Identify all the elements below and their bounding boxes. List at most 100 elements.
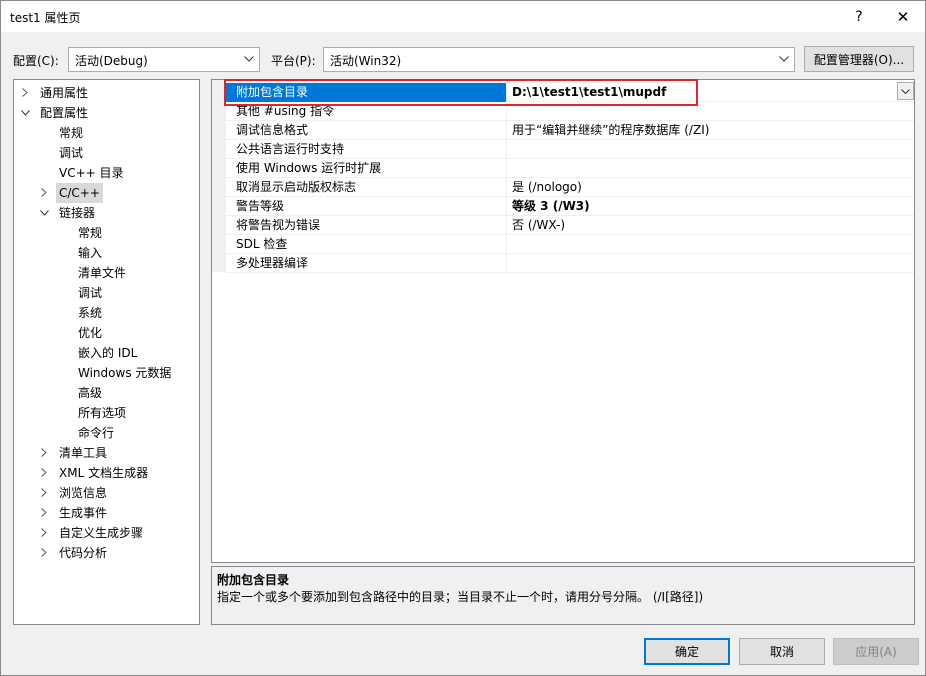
property-name: 公共语言运行时支持 [226,140,507,159]
description-title: 附加包含目录 [217,573,290,587]
property-row[interactable]: 取消显示启动版权标志是 (/nologo) [226,178,914,197]
tree-item[interactable]: 浏览信息 [14,483,199,503]
chevron-down-icon[interactable] [19,103,31,123]
title-bar: test1 属性页 ? ✕ [1,1,925,32]
property-tree[interactable]: 通用属性 配置属性 常规 调试 VC++ 目录 C/C++ 链接器 常规 输入 清单文件 调试 系统优… [13,79,200,625]
property-pages-window: test1 属性页 ? ✕ 配置(C): 活动(Debug) 平台(P): 活动… [0,0,926,676]
configuration-label: 配置(C): [13,54,59,68]
platform-value: 活动(Win32) [330,54,402,68]
property-row[interactable]: 调试信息格式 用于“编辑并继续”的程序数据库 (/ZI) [226,121,914,140]
property-name: 多处理器编译 [226,254,507,273]
property-row[interactable]: 将警告视为错误否 (/WX-) [226,216,914,235]
chevron-right-icon[interactable] [38,523,50,543]
tree-item-label: 高级 [78,386,103,400]
tree-item[interactable]: 调试 [14,143,199,163]
property-value[interactable] [508,254,914,273]
tree-item[interactable]: 通用属性 [14,83,199,103]
tree-item[interactable]: 所有选项 [14,403,199,423]
tree-item[interactable]: 命令行 [14,423,199,443]
chevron-right-icon[interactable] [38,503,50,523]
value-dropdown-button[interactable] [897,82,914,100]
tree-item[interactable]: 嵌入的 IDL [14,343,199,363]
property-name: 将警告视为错误 [226,216,507,235]
tree-item-label: 命令行 [78,426,115,440]
tree-item[interactable]: VC++ 目录 [14,163,199,183]
property-value[interactable]: D:\1\test1\test1\mupdf [508,83,914,102]
property-value[interactable] [508,140,914,159]
tree-item-label: 清单文件 [78,266,127,280]
property-value[interactable] [508,235,914,254]
tree-item[interactable]: 调试 [14,283,199,303]
chevron-down-icon [778,52,790,66]
property-row[interactable]: 附加包含目录 D:\1\test1\test1\mupdf [226,83,914,102]
tree-item-label: 常规 [78,226,103,240]
apply-button[interactable]: 应用(A) [833,638,919,665]
tree-item[interactable]: 清单文件 [14,263,199,283]
property-value[interactable]: 否 (/WX-) [508,216,914,235]
help-button[interactable]: ? [837,1,881,32]
property-value[interactable]: 用于“编辑并继续”的程序数据库 (/ZI) [508,121,914,140]
tree-item-label: 调试 [59,146,84,160]
tree-item-label: 所有选项 [78,406,127,420]
property-row[interactable]: 其他 #using 指令 [226,102,914,121]
tree-item[interactable]: 常规 [14,223,199,243]
property-name: 其他 #using 指令 [226,102,507,121]
tree-item[interactable]: 高级 [14,383,199,403]
configuration-value: 活动(Debug) [75,54,148,68]
property-row[interactable]: SDL 检查 [226,235,914,254]
chevron-right-icon[interactable] [38,463,50,483]
tree-item[interactable]: 生成事件 [14,503,199,523]
tree-item-label: 自定义生成步骤 [59,526,144,540]
tree-item[interactable]: 配置属性 [14,103,199,123]
property-name: 附加包含目录 [226,83,507,102]
tree-item[interactable]: 链接器 [14,203,199,223]
property-value[interactable]: 等级 3 (/W3) [508,197,914,216]
chevron-right-icon[interactable] [38,543,50,563]
property-row[interactable]: 多处理器编译 [226,254,914,273]
description-panel: 附加包含目录 指定一个或多个要添加到包含路径中的目录；当目录不止一个时，请用分号… [211,566,915,625]
tree-item-label: 常规 [59,126,84,140]
tree-item[interactable]: 优化 [14,323,199,343]
chevron-right-icon[interactable] [38,483,50,503]
tree-item[interactable]: Windows 元数据 [14,363,199,383]
tree-item[interactable]: XML 文档生成器 [14,463,199,483]
ok-button[interactable]: 确定 [644,638,730,665]
chevron-right-icon[interactable] [19,83,31,103]
platform-select[interactable]: 活动(Win32) [323,47,795,72]
tree-item[interactable]: 自定义生成步骤 [14,523,199,543]
tree-item-label: 嵌入的 IDL [78,346,138,360]
property-name: 警告等级 [226,197,507,216]
property-value[interactable] [508,102,914,121]
configuration-manager-button[interactable]: 配置管理器(O)... [804,46,914,72]
property-value[interactable] [508,159,914,178]
platform-label: 平台(P): [271,54,316,68]
tree-item-label: 输入 [78,246,103,260]
tree-item[interactable]: 输入 [14,243,199,263]
tree-item[interactable]: 系统 [14,303,199,323]
property-row[interactable]: 公共语言运行时支持 [226,140,914,159]
property-name: 取消显示启动版权标志 [226,178,507,197]
property-grid[interactable]: 附加包含目录 D:\1\test1\test1\mupdf 其他 #using 指令… [211,79,915,563]
property-value[interactable]: 是 (/nologo) [508,178,914,197]
cancel-button[interactable]: 取消 [739,638,825,665]
tree-item-label: 链接器 [59,206,96,220]
configuration-select[interactable]: 活动(Debug) [68,47,260,72]
window-title: test1 属性页 [10,11,81,25]
tree-item[interactable]: C/C++ [14,183,199,203]
tree-item[interactable]: 清单工具 [14,443,199,463]
chevron-right-icon[interactable] [38,443,50,463]
property-row[interactable]: 警告等级 等级 3 (/W3) [226,197,914,216]
tree-item[interactable]: 代码分析 [14,543,199,563]
tree-item[interactable]: 常规 [14,123,199,143]
chevron-down-icon[interactable] [38,203,50,223]
chevron-right-icon[interactable] [38,183,50,203]
property-row[interactable]: 使用 Windows 运行时扩展 [226,159,914,178]
close-button[interactable]: ✕ [881,1,925,32]
